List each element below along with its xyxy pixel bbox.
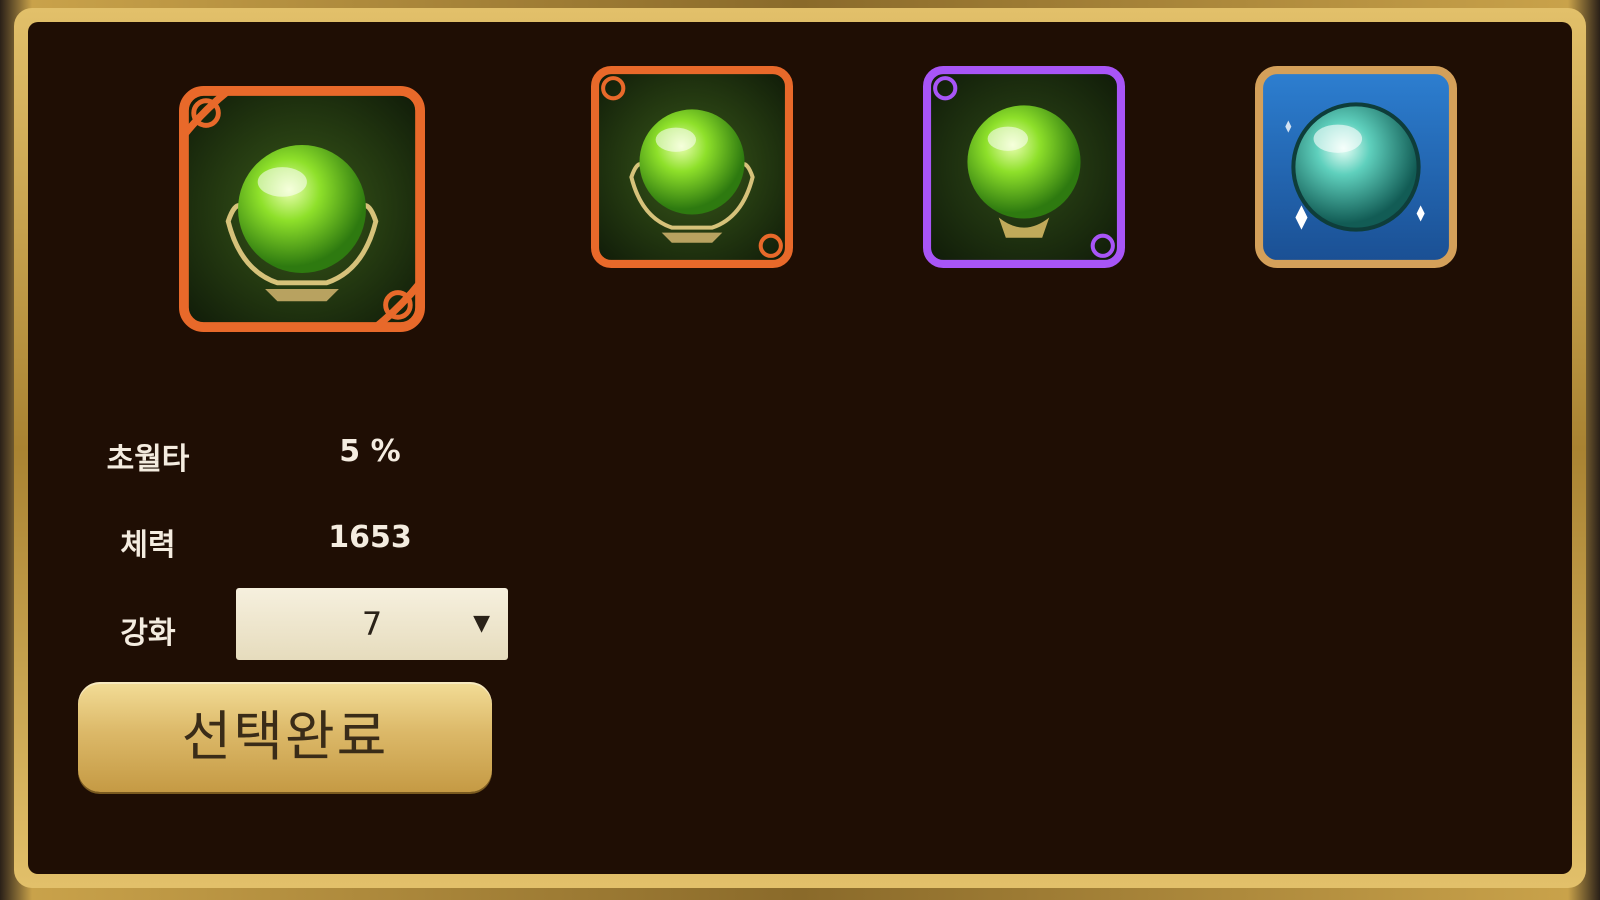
teal-orb-icon (1255, 66, 1457, 268)
transcend-value: 5 % (339, 434, 401, 469)
enhance-selected-value: 7 (361, 605, 383, 643)
gem-option-3[interactable] (1254, 66, 1458, 268)
green-orb-icon (591, 66, 793, 268)
gem-option-1[interactable] (590, 66, 794, 268)
panel-body: 초월타 5 % 체력 1653 강화 7 ▼ 선택완료 (28, 22, 1572, 874)
hp-label: 체력 (120, 528, 176, 563)
enhance-level-select[interactable]: 7 ▼ (236, 588, 508, 660)
enhance-label: 강화 (120, 616, 176, 651)
gem-select-panel: 초월타 5 % 체력 1653 강화 7 ▼ 선택완료 (14, 8, 1586, 888)
screen-frame: 초월타 5 % 체력 1653 강화 7 ▼ 선택완료 (0, 0, 1600, 900)
selected-gem-slot[interactable] (178, 86, 426, 332)
gem-option-2[interactable] (922, 66, 1126, 268)
green-orb-icon (179, 86, 425, 332)
confirm-selection-button[interactable]: 선택완료 (78, 682, 492, 792)
hp-value: 1653 (328, 520, 412, 555)
dropdown-arrow-icon: ▼ (473, 611, 490, 636)
green-orb-icon (923, 66, 1125, 268)
transcend-label: 초월타 (106, 442, 190, 477)
